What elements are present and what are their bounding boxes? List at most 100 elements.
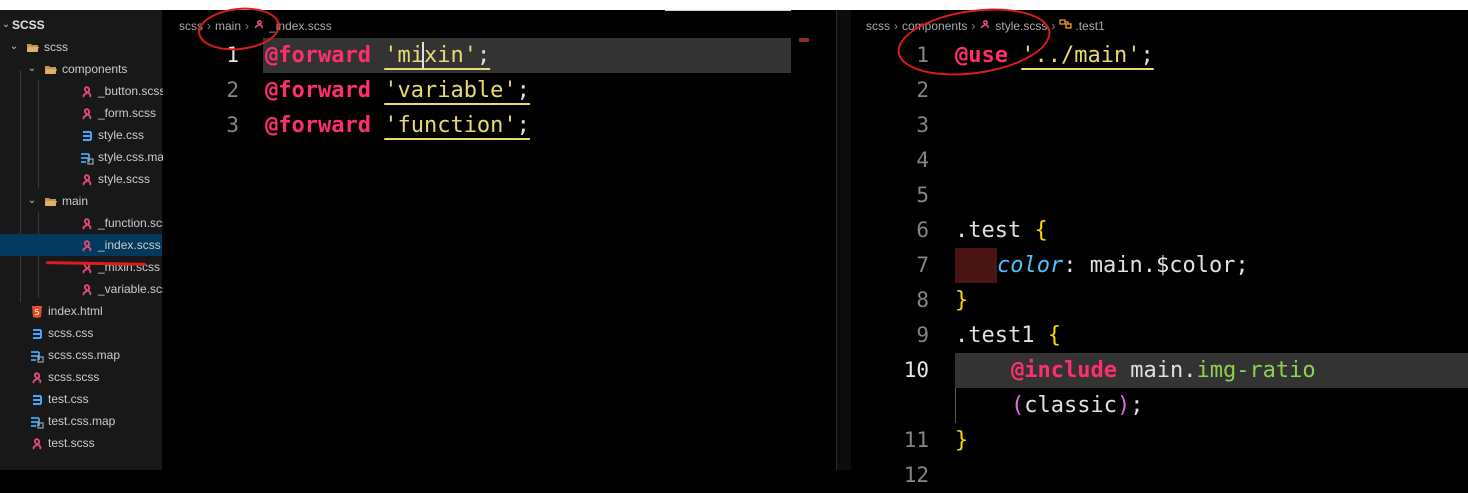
editor-left-pane[interactable]: scss › main › _index.scss 1 @forward 'mixin';… (163, 10, 835, 470)
code-line: @forward 'variable'; (265, 73, 530, 108)
token-value: main.$color; (1089, 253, 1249, 278)
explorer-file[interactable]: style.css.map (0, 146, 171, 168)
explorer-file[interactable]: scss.scss (0, 366, 162, 388)
explorer-file[interactable]: _variable.scss (0, 278, 174, 300)
line-number: 7 (916, 253, 929, 277)
svg-text:5: 5 (34, 308, 39, 317)
folder-open-icon (44, 62, 58, 76)
scss-file-icon (30, 370, 44, 384)
code-line-7: color: main.$color; (997, 248, 1249, 283)
chevron-down-icon: ⌄ (9, 41, 19, 52)
chevron-down-icon: ⌄ (1, 19, 11, 30)
explorer-item-label: scss (44, 40, 68, 54)
css-file-icon (80, 128, 94, 142)
token-paren: ) (1116, 393, 1131, 418)
css-map-file-icon (80, 150, 94, 165)
scss-file-icon (80, 84, 94, 98)
code-line-9: .test1 { (955, 318, 1061, 353)
explorer-file[interactable]: _form.scss (0, 102, 162, 124)
explorer-item-label: test.scss (48, 436, 95, 450)
code-line-11: } (955, 423, 968, 458)
line-number (893, 388, 929, 423)
scss-file-icon (80, 216, 94, 230)
html-file-icon: 5 (30, 304, 44, 318)
chevron-right-icon: › (894, 18, 898, 33)
explorer-file[interactable]: _mixin.scss (0, 256, 162, 278)
editor-splitter[interactable] (836, 10, 851, 470)
explorer-file[interactable]: scss.css.map (0, 344, 162, 366)
explorer-item-label: index.html (48, 304, 103, 318)
token-punctuation: ; (516, 78, 530, 103)
token-punctuation: ; (476, 43, 491, 68)
explorer-item-label: scss.css.map (48, 348, 121, 362)
explorer-file[interactable]: style.scss (0, 168, 162, 190)
code-line: @forward 'mixin'; (265, 38, 490, 73)
text-cursor (422, 42, 424, 69)
explorer-file[interactable]: _button.scss (0, 80, 166, 102)
explorer-item-label: _form.scss (98, 106, 157, 120)
css-map-file-icon (30, 348, 44, 363)
scss-file-icon (80, 172, 94, 186)
explorer-root-label: SCSS (12, 18, 45, 32)
explorer-sidebar: ⌄ SCSS ⌄ scss ⌄ components _button.scss _form… (0, 10, 174, 470)
explorer-item-label: test.css (48, 392, 89, 406)
explorer-file[interactable]: test.css (0, 388, 162, 410)
token-property: color (997, 253, 1064, 278)
line-number: 4 (916, 148, 929, 172)
explorer-folder[interactable]: ⌄ scss (0, 36, 162, 58)
code-line: @forward 'function'; (265, 108, 530, 143)
token-keyword: @forward (265, 113, 371, 138)
token-string: 'variable' (384, 78, 517, 103)
css-file-icon (30, 392, 44, 406)
folder-open-icon (26, 40, 40, 54)
explorer-file[interactable]: test.css.map (0, 410, 162, 432)
explorer-file[interactable]: _function.scss (0, 212, 174, 234)
token-selector: .test1 (955, 323, 1035, 348)
explorer-file[interactable]: _index.scss (0, 234, 162, 256)
symbol-class-icon (1059, 18, 1073, 33)
explorer-file[interactable]: test.scss (0, 432, 162, 454)
explorer-file[interactable]: 5 index.html (0, 300, 162, 322)
token-string: 'function' (384, 113, 517, 138)
scss-file-icon (30, 436, 44, 450)
token-punctuation: : (1063, 253, 1077, 278)
editor-right-pane[interactable]: scss › components › style.scss › .test1 123456… (851, 10, 1468, 487)
token-keyword: @forward (265, 78, 371, 103)
token-brace: { (1034, 218, 1048, 243)
scss-file-icon (80, 238, 94, 252)
explorer-item-label: style.scss (98, 172, 151, 186)
line-number: 5 (916, 183, 929, 207)
token-argument: classic (1024, 393, 1117, 418)
token-function: img-ratio (1196, 358, 1316, 383)
breadcrumb-item[interactable]: scss (866, 19, 890, 33)
css-map-file-icon (30, 414, 44, 429)
line-number: 8 (916, 288, 929, 312)
token-brace: } (955, 288, 969, 313)
window-top-strip (0, 0, 1468, 10)
explorer-folder[interactable]: ⌄ main (0, 190, 162, 212)
folder-open-icon (44, 194, 58, 208)
token-brace: { (1047, 323, 1061, 348)
token-selector: .test (955, 218, 1022, 243)
token-punctuation: ; (516, 113, 530, 138)
explorer-item-label: _index.scss (98, 238, 161, 252)
code-line-8: } (955, 283, 968, 318)
token-string: 'mixin' (384, 43, 477, 68)
line-number: 10 (903, 358, 929, 382)
line-number: 2 (916, 78, 929, 102)
explorer-item-label: test.css.map (48, 414, 116, 428)
explorer-file[interactable]: scss.css (0, 322, 162, 344)
explorer-item-label: _button.scss (98, 84, 166, 98)
explorer-item-label: main (62, 194, 89, 208)
token-paren: ( (1011, 393, 1025, 418)
chevron-down-icon: ⌄ (27, 195, 37, 206)
explorer-root-header[interactable]: ⌄ SCSS (0, 14, 162, 36)
breadcrumb-item[interactable]: .test1 (1075, 19, 1104, 33)
line-number: 3 (916, 113, 929, 137)
token-keyword: @forward (265, 43, 371, 68)
explorer-item-label: style.css (98, 128, 145, 142)
explorer-file[interactable]: style.css (0, 124, 162, 146)
explorer-folder[interactable]: ⌄ components (0, 58, 162, 80)
token-namespace: main. (1130, 358, 1197, 383)
minimap-marker (799, 38, 809, 42)
